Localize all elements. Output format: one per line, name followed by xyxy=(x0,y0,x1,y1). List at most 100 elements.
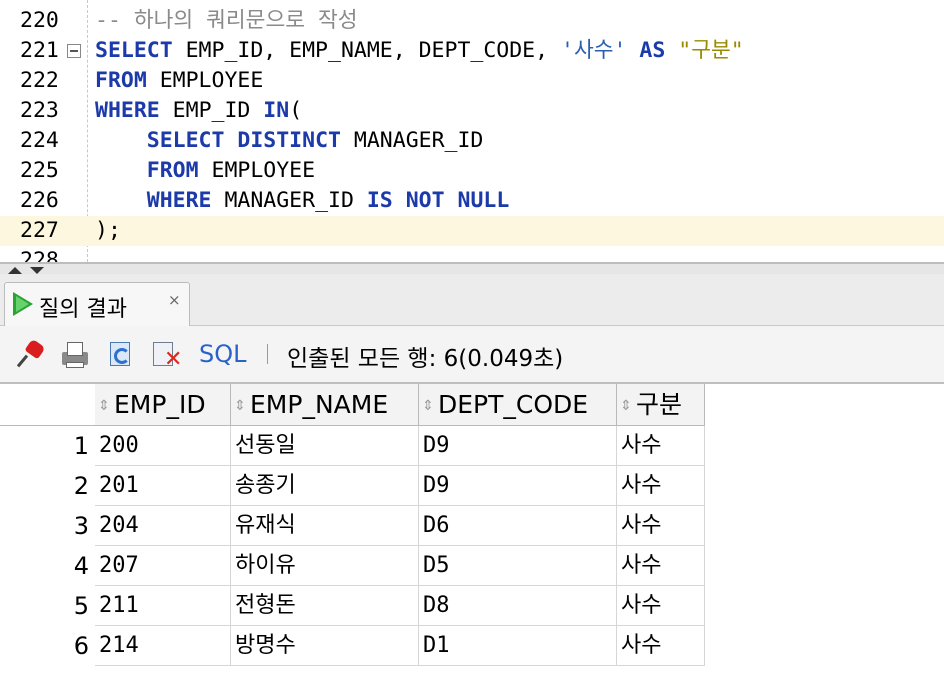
code-line[interactable]: 228 xyxy=(0,246,944,262)
line-number: 220 xyxy=(20,8,59,33)
table-cell[interactable]: 선동일 xyxy=(231,426,419,466)
pane-splitter[interactable] xyxy=(0,262,944,274)
sql-token: MANAGER_ID xyxy=(211,188,367,213)
table-cell[interactable]: D8 xyxy=(419,586,617,626)
result-grid[interactable]: ⇕ EMP_ID ⇕ EMP_NAME ⇕ DEPT_CODE ⇕ 구분 1 200 선동일 D9 사… xyxy=(0,384,944,682)
result-tab-bar: 질의 결과 × xyxy=(0,274,944,326)
sort-icon[interactable]: ⇕ xyxy=(422,399,434,413)
table-cell[interactable]: D9 xyxy=(419,426,617,466)
close-icon[interactable]: × xyxy=(168,291,181,309)
code-text: SELECT EMP_ID, EMP_NAME, DEPT_CODE, '사수'… xyxy=(95,36,744,66)
table-cell[interactable]: 214 xyxy=(95,626,231,666)
row-number[interactable]: 6 xyxy=(0,626,95,666)
table-cell[interactable]: 전형돈 xyxy=(231,586,419,626)
sql-token: ( xyxy=(289,98,303,123)
fetch-status: 인출된 모든 행: 6(0.049초) xyxy=(287,346,564,372)
code-text: -- 하나의 쿼리문으로 작성 xyxy=(95,6,358,36)
table-cell[interactable]: 유재식 xyxy=(231,506,419,546)
code-text: FROM EMPLOYEE xyxy=(95,156,315,186)
code-line[interactable]: 227); xyxy=(0,216,944,246)
collapse-up-icon[interactable] xyxy=(8,267,22,274)
code-text: SELECT DISTINCT MANAGER_ID xyxy=(95,126,484,156)
collapse-down-icon[interactable] xyxy=(30,267,44,274)
sql-keyword: IN xyxy=(263,98,290,123)
table-cell[interactable]: 207 xyxy=(95,546,231,586)
print-icon[interactable] xyxy=(60,340,90,370)
table-cell[interactable]: 211 xyxy=(95,586,231,626)
sql-editor[interactable]: 220 -- 하나의 쿼리문으로 작성 221 SELECT EMP_ID, EMP_… xyxy=(0,0,944,262)
sql-token: EMPLOYEE xyxy=(146,68,264,93)
table-cell[interactable]: D5 xyxy=(419,546,617,586)
row-number[interactable]: 2 xyxy=(0,466,95,506)
table-cell[interactable]: D6 xyxy=(419,506,617,546)
row-number[interactable]: 3 xyxy=(0,506,95,546)
sql-keyword: SELECT xyxy=(146,128,225,153)
table-cell[interactable]: 하이유 xyxy=(231,546,419,586)
sql-string: '사수' xyxy=(561,38,627,63)
column-header[interactable]: ⇕ 구분 xyxy=(617,384,705,426)
sql-keyword: WHERE xyxy=(95,98,160,123)
table-cell[interactable]: 사수 xyxy=(617,466,705,506)
table-cell[interactable]: 204 xyxy=(95,506,231,546)
column-header[interactable]: ⇕ EMP_NAME xyxy=(231,384,419,426)
sql-keyword: WHERE xyxy=(146,188,212,213)
sql-token: EMPLOYEE xyxy=(198,158,316,183)
table-row[interactable]: 5 211 전형돈 D8 사수 xyxy=(0,586,944,626)
sql-button[interactable]: SQL xyxy=(199,340,247,368)
table-cell[interactable]: 방명수 xyxy=(231,626,419,666)
sql-comment: -- 하나의 쿼리문으로 작성 xyxy=(95,8,358,33)
pin-icon[interactable] xyxy=(16,338,48,370)
code-line[interactable]: 222 FROM EMPLOYEE xyxy=(0,66,944,96)
table-cell[interactable]: 사수 xyxy=(617,546,705,586)
code-line[interactable]: 223 WHERE EMP_ID IN( xyxy=(0,96,944,126)
clear-icon[interactable]: ✕ xyxy=(150,340,182,371)
result-toolbar: ✕ SQL 인출된 모든 행: 6(0.049초) xyxy=(0,326,944,384)
code-text: WHERE MANAGER_ID IS NOT NULL xyxy=(95,186,510,216)
table-cell[interactable]: 사수 xyxy=(617,586,705,626)
fold-toggle-icon[interactable] xyxy=(67,44,81,58)
table-row[interactable]: 4 207 하이유 D5 사수 xyxy=(0,546,944,586)
column-header-label: DEPT_CODE xyxy=(438,390,589,419)
refresh-icon[interactable] xyxy=(106,340,136,370)
column-header[interactable]: ⇕ EMP_ID xyxy=(95,384,231,426)
table-row[interactable]: 1 200 선동일 D9 사수 xyxy=(0,426,944,466)
code-line[interactable]: 220 -- 하나의 쿼리문으로 작성 xyxy=(0,6,944,36)
code-line[interactable]: 225 FROM EMPLOYEE xyxy=(0,156,944,186)
table-cell[interactable]: D1 xyxy=(419,626,617,666)
row-number[interactable]: 1 xyxy=(0,426,95,466)
table-row[interactable]: 6 214 방명수 D1 사수 xyxy=(0,626,944,666)
table-row[interactable]: 3 204 유재식 D6 사수 xyxy=(0,506,944,546)
table-cell[interactable]: 사수 xyxy=(617,426,705,466)
sql-keyword: FROM xyxy=(146,158,199,183)
column-header[interactable]: ⇕ DEPT_CODE xyxy=(419,384,617,426)
table-cell[interactable]: 201 xyxy=(95,466,231,506)
sql-token: EMP_ID, EMP_NAME, DEPT_CODE, xyxy=(172,38,561,63)
sql-keyword: DISTINCT xyxy=(237,128,341,153)
sort-icon[interactable]: ⇕ xyxy=(620,399,632,413)
table-row[interactable]: 2 201 송종기 D9 사수 xyxy=(0,466,944,506)
row-number[interactable]: 4 xyxy=(0,546,95,586)
table-cell[interactable]: 사수 xyxy=(617,626,705,666)
column-header-label: EMP_NAME xyxy=(250,390,389,419)
sort-icon[interactable]: ⇕ xyxy=(98,399,110,413)
table-cell[interactable]: D9 xyxy=(419,466,617,506)
column-header-label: 구분 xyxy=(636,390,683,419)
code-line[interactable]: 221 SELECT EMP_ID, EMP_NAME, DEPT_CODE, '… xyxy=(0,36,944,66)
sort-icon[interactable]: ⇕ xyxy=(234,399,246,413)
sql-keyword: SELECT xyxy=(95,38,173,63)
table-cell[interactable]: 송종기 xyxy=(231,466,419,506)
code-line[interactable]: 224 SELECT DISTINCT MANAGER_ID xyxy=(0,126,944,156)
sql-token: MANAGER_ID xyxy=(340,128,484,153)
code-line[interactable]: 226 WHERE MANAGER_ID IS NOT NULL xyxy=(0,186,944,216)
table-cell[interactable]: 사수 xyxy=(617,506,705,546)
table-cell[interactable]: 200 xyxy=(95,426,231,466)
line-number: 228 xyxy=(20,248,59,262)
tab-query-result[interactable]: 질의 결과 × xyxy=(4,282,190,326)
sql-string: "구분" xyxy=(678,38,744,63)
row-number[interactable]: 5 xyxy=(0,586,95,626)
